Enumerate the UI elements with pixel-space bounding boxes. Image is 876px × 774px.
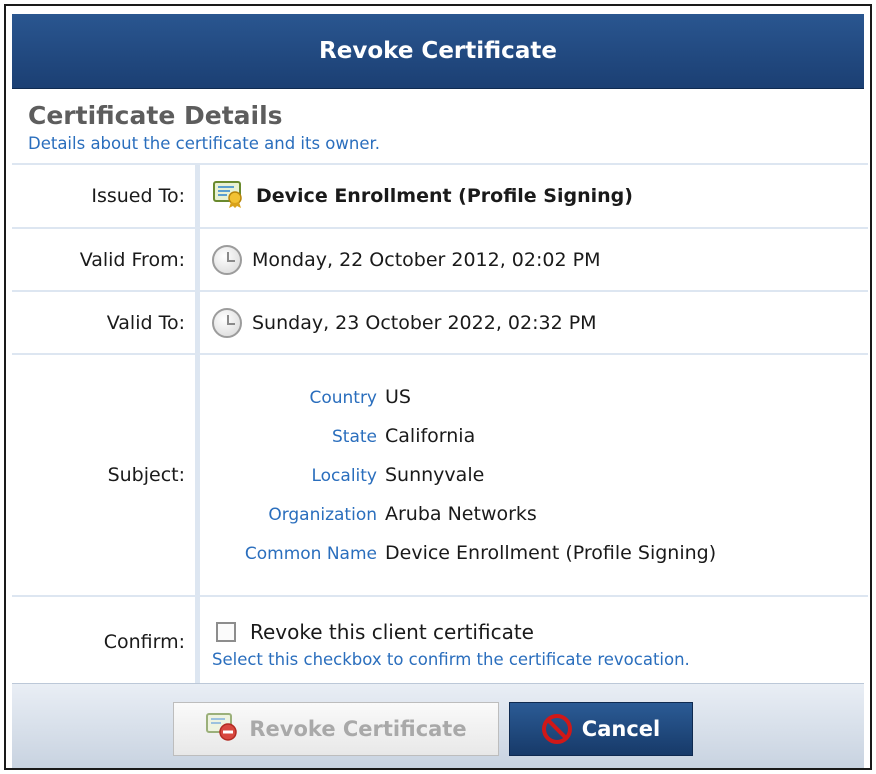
revoke-certificate-icon <box>205 711 239 746</box>
certificate-icon <box>212 179 246 214</box>
confirm-help-text: Select this checkbox to confirm the cert… <box>212 649 690 669</box>
valid-to-label: Valid To: <box>12 290 200 354</box>
subject-key-state: State <box>332 427 377 447</box>
revoke-certificate-button[interactable]: Revoke Certificate <box>173 701 499 756</box>
issued-to-row: Issued To: Device Enrollment (Profile Si… <box>12 163 868 228</box>
valid-to-value: Sunday, 23 October 2022, 02:32 PM <box>252 311 597 334</box>
subject-key-country: Country <box>309 388 377 408</box>
dialog-footer: Revoke Certificate Cancel <box>12 683 864 768</box>
subject-value-locality: Sunnyvale <box>385 464 485 486</box>
dialog-title-bar: Revoke Certificate <box>12 14 864 89</box>
valid-from-label: Valid From: <box>12 227 200 291</box>
dialog-title: Revoke Certificate <box>319 38 557 64</box>
issued-to-label: Issued To: <box>12 163 200 228</box>
subject-label: Subject: <box>12 353 200 596</box>
clock-icon <box>212 244 242 275</box>
valid-from-cell: Monday, 22 October 2012, 02:02 PM <box>197 227 868 291</box>
cancel-icon <box>541 713 572 744</box>
section-title: Certificate Details <box>28 101 283 130</box>
valid-to-row: Valid To: Sunday, 23 October 2022, 02:32… <box>12 290 868 354</box>
issued-to-value: Device Enrollment (Profile Signing) <box>256 185 633 207</box>
subject-value-organization: Aruba Networks <box>385 503 537 525</box>
confirm-cell: Revoke this client certificate Select th… <box>197 595 868 687</box>
cancel-button-label: Cancel <box>581 716 661 741</box>
valid-to-cell: Sunday, 23 October 2022, 02:32 PM <box>197 290 868 354</box>
valid-from-value: Monday, 22 October 2012, 02:02 PM <box>252 248 601 271</box>
revoke-confirm-checkbox[interactable] <box>216 621 236 642</box>
valid-from-row: Valid From: Monday, 22 October 2012, 02:… <box>12 227 868 291</box>
revoke-certificate-button-label: Revoke Certificate <box>249 716 467 741</box>
subject-key-organization: Organization <box>268 505 377 525</box>
subject-value-state: California <box>385 425 476 447</box>
subject-cell: Country US State California Locality Sun… <box>197 353 868 596</box>
subject-key-common-name: Common Name <box>244 544 377 564</box>
details-table: Issued To: Device Enrollment (Profile Si… <box>12 163 868 687</box>
subject-key-locality: Locality <box>311 466 377 486</box>
revoke-confirm-label[interactable]: Revoke this client certificate <box>250 620 534 644</box>
section-subtitle: Details about the certificate and its ow… <box>28 134 381 153</box>
section-header: Certificate Details Details about the ce… <box>6 89 870 153</box>
revoke-certificate-dialog: Revoke Certificate Certificate Details D… <box>4 4 872 770</box>
cancel-button[interactable]: Cancel <box>509 701 693 756</box>
subject-row: Subject: Country US State California Loc… <box>12 353 868 596</box>
confirm-row: Confirm: Revoke this client certificate … <box>12 595 868 687</box>
dialog-top-strip <box>6 6 870 14</box>
issued-to-cell: Device Enrollment (Profile Signing) <box>197 163 868 228</box>
subject-value-common-name: Device Enrollment (Profile Signing) <box>385 542 717 564</box>
clock-icon <box>212 307 242 338</box>
subject-fields: Country US State California Locality Sun… <box>200 386 868 564</box>
subject-value-country: US <box>385 386 411 408</box>
confirm-label: Confirm: <box>12 595 200 687</box>
